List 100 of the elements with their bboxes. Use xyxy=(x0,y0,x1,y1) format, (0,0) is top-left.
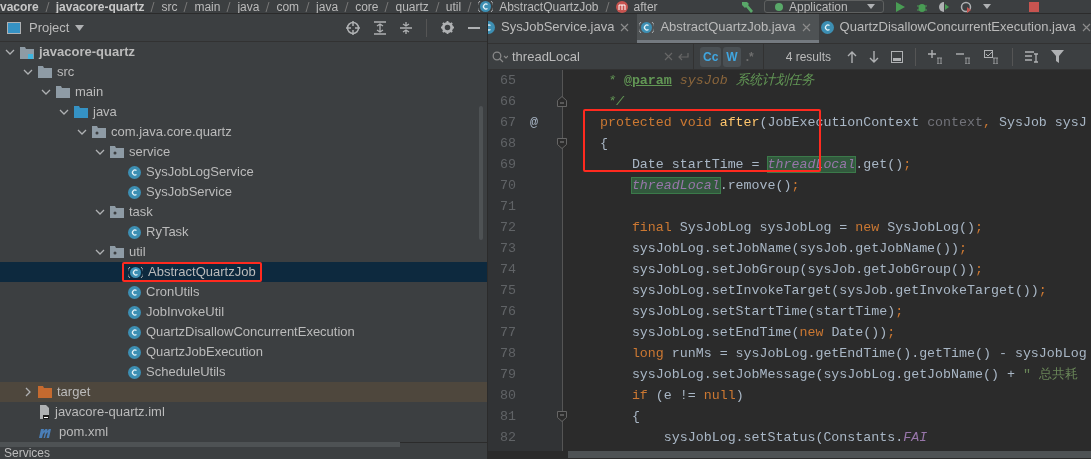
tree-row[interactable]: AbstractQuartzJob xyxy=(0,262,487,282)
tree-item[interactable]: target xyxy=(57,382,91,402)
locate-icon[interactable] xyxy=(346,20,360,35)
breadcrumb[interactable]: vacore xyxy=(0,0,39,13)
slash-icon xyxy=(183,1,189,12)
breadcrumb[interactable]: com xyxy=(276,0,300,13)
tree-item[interactable]: com.java.core.quartz xyxy=(111,122,232,142)
tree-row[interactable]: CronUtils xyxy=(0,282,487,302)
fold-icon[interactable] xyxy=(557,96,567,107)
search-option-toggle[interactable]: Cc xyxy=(700,46,722,67)
class-icon xyxy=(128,185,141,199)
up-arrow-icon[interactable] xyxy=(847,50,858,63)
tree-row[interactable]: QuartzJobExecution xyxy=(0,342,487,362)
profile-icon[interactable] xyxy=(960,0,972,13)
stop-icon[interactable] xyxy=(1028,0,1040,13)
breadcrumb[interactable]: util xyxy=(445,0,462,13)
breadcrumb[interactable]: after xyxy=(633,0,658,13)
folder-icon xyxy=(38,66,52,78)
gutter-mark[interactable]: @ xyxy=(530,114,538,130)
tree-item[interactable]: RyTask xyxy=(146,222,189,242)
breadcrumb[interactable]: core xyxy=(355,0,379,13)
run-icon[interactable] xyxy=(894,0,906,13)
tree-item[interactable]: src xyxy=(57,62,75,82)
tree-item[interactable]: QuartzJobExecution xyxy=(146,342,264,362)
coverage-icon[interactable] xyxy=(938,0,950,13)
down-arrow-icon[interactable] xyxy=(869,50,880,63)
run-config-dropdown[interactable]: Application xyxy=(764,0,884,13)
search-icon[interactable] xyxy=(492,50,508,63)
tree-row[interactable]: com.java.core.quartz xyxy=(0,122,487,142)
tree-row[interactable]: util xyxy=(0,242,487,262)
tree-item[interactable]: SysJobLogService xyxy=(146,162,254,182)
tree-row[interactable]: QuartzDisallowConcurrentExecution xyxy=(0,322,487,342)
filter-icon[interactable] xyxy=(1051,50,1065,63)
add-occurrence-icon[interactable] xyxy=(928,49,945,64)
tree-item[interactable]: javacore-quartz.iml xyxy=(55,402,165,422)
tree-row[interactable]: SysJobLogService xyxy=(0,162,487,182)
tree-row[interactable]: javacore-quartz.iml xyxy=(0,402,487,422)
breadcrumb[interactable]: main xyxy=(194,0,221,13)
services-label[interactable]: Services xyxy=(4,447,50,459)
tree-item[interactable]: CronUtils xyxy=(146,282,200,302)
tree-row[interactable]: service xyxy=(0,142,487,162)
caret-icon[interactable] xyxy=(75,24,85,31)
breadcrumb[interactable]: src xyxy=(161,0,178,13)
folder-icon xyxy=(56,86,70,98)
tree-row[interactable]: RyTask xyxy=(0,222,487,242)
breadcrumb[interactable]: java xyxy=(316,0,339,13)
breadcrumb[interactable]: javacore-quartz xyxy=(55,0,145,13)
tree-item[interactable]: main xyxy=(75,82,104,102)
filter-lines-icon[interactable] xyxy=(1025,50,1040,63)
breadcrumb[interactable]: java xyxy=(237,0,260,13)
tree-row[interactable]: target xyxy=(0,382,487,402)
horizontal-scrollbar[interactable] xyxy=(0,442,400,447)
more-icon[interactable] xyxy=(982,2,992,11)
tree-item[interactable]: AbstractQuartzJob xyxy=(148,262,256,282)
settings-icon[interactable] xyxy=(441,21,454,34)
horizontal-scrollbar[interactable] xyxy=(568,451,1091,458)
expand-all-icon[interactable] xyxy=(374,20,386,35)
package-icon xyxy=(110,146,124,158)
tree-row[interactable]: src xyxy=(0,62,487,82)
code-line: threadLocal.remove(); xyxy=(630,176,800,195)
tree-row[interactable]: SysJobService xyxy=(0,182,487,202)
hammer-icon[interactable] xyxy=(740,0,754,13)
tree-row[interactable]: pom.xml xyxy=(0,422,487,442)
file-icon xyxy=(38,405,50,419)
tree-item[interactable]: service xyxy=(129,142,171,162)
tree-item[interactable]: util xyxy=(129,242,146,262)
tree-item[interactable]: pom.xml xyxy=(59,422,109,442)
collapse-all-icon[interactable] xyxy=(400,20,412,35)
slash-icon xyxy=(150,1,156,12)
editor-tab[interactable]: QuartzDisallowConcurrentExecution.java xyxy=(818,14,1091,43)
tree-item[interactable]: QuartzDisallowConcurrentExecution xyxy=(146,322,355,342)
close-icon[interactable] xyxy=(620,22,630,32)
breadcrumb[interactable]: quartz xyxy=(395,0,429,13)
tree-item[interactable]: task xyxy=(129,202,153,222)
tree-row[interactable]: javacore-quartz xyxy=(0,42,487,62)
select-all-icon[interactable] xyxy=(984,49,1001,64)
panel-title[interactable]: Project xyxy=(29,17,70,38)
tree-item[interactable]: SysJobService xyxy=(146,182,232,202)
result-count: 4 results xyxy=(785,48,832,66)
editor-tab[interactable]: AbstractQuartzJob.java xyxy=(637,14,819,43)
search-field[interactable]: threadLocal xyxy=(512,46,632,67)
tree-row[interactable]: main xyxy=(0,82,487,102)
class-icon xyxy=(128,165,141,179)
tree-row[interactable]: task xyxy=(0,202,487,222)
tree-row[interactable]: JobInvokeUtil xyxy=(0,302,487,322)
tree-row[interactable]: java xyxy=(0,102,487,122)
tree-item[interactable]: JobInvokeUtil xyxy=(146,302,225,322)
run-config-label: Application xyxy=(789,0,848,13)
tree-row[interactable]: ScheduleUtils xyxy=(0,362,487,382)
breadcrumb[interactable]: AbstractQuartzJob xyxy=(499,0,599,13)
fold-icon[interactable] xyxy=(557,138,567,149)
editor-tab[interactable]: SysJobService.java xyxy=(488,14,638,43)
fold-icon[interactable] xyxy=(557,411,567,422)
tree-item[interactable]: ScheduleUtils xyxy=(146,362,226,382)
close-icon[interactable] xyxy=(1081,22,1091,32)
tree-item[interactable]: javacore-quartz xyxy=(39,42,136,62)
open-window-icon[interactable] xyxy=(891,50,904,63)
minimize-icon[interactable] xyxy=(468,25,480,30)
tree-item[interactable]: java xyxy=(93,102,117,122)
search-option-toggle[interactable]: W xyxy=(723,46,741,67)
